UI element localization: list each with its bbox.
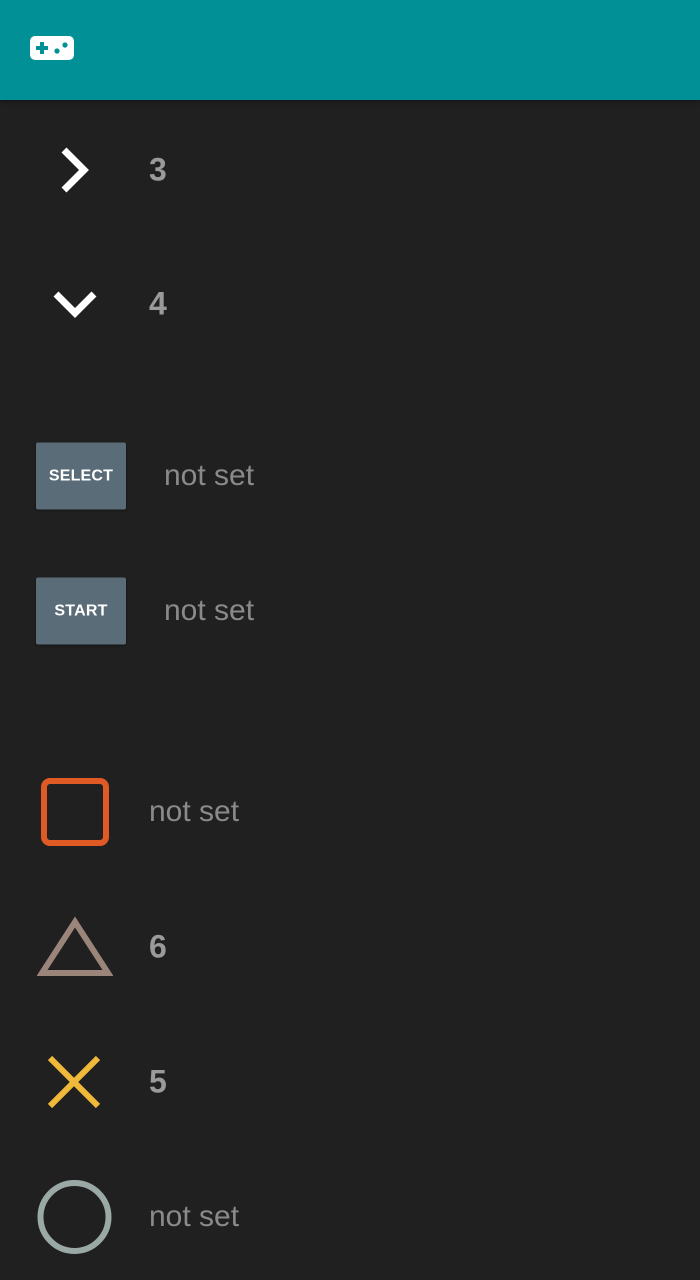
mapping-value: 4 [149, 285, 167, 322]
mapping-value: not set [149, 795, 240, 828]
chevron-right-icon [61, 147, 89, 193]
square-icon [41, 778, 109, 846]
mapping-value: 3 [149, 151, 167, 188]
select-button-icon: SELECT [36, 442, 126, 510]
mapping-row-select[interactable]: SELECT not set [0, 416, 700, 536]
mapping-value: not set [149, 1200, 240, 1233]
circle-icon [37, 1180, 112, 1254]
mapping-row-dpad-down[interactable]: 4 [0, 244, 700, 364]
mapping-value: 5 [149, 1063, 167, 1100]
mapping-row-start[interactable]: START not set [0, 551, 700, 671]
page: 3 4 SELECT not set START not set not set… [0, 0, 700, 1280]
mapping-row-dpad-right[interactable]: 3 [0, 110, 700, 230]
gamepad-icon[interactable] [30, 34, 74, 62]
start-button-icon: START [36, 577, 126, 645]
mapping-value: 6 [149, 928, 167, 965]
mapping-row-square[interactable]: not set [0, 752, 700, 872]
mapping-row-triangle[interactable]: 6 [0, 887, 700, 1007]
mapping-value: not set [164, 594, 255, 627]
app-bar [0, 0, 700, 100]
mapping-value: not set [164, 459, 255, 492]
mapping-row-circle[interactable]: not set [0, 1157, 700, 1277]
cross-icon [47, 1055, 101, 1109]
chevron-down-icon [53, 291, 97, 318]
mapping-row-cross[interactable]: 5 [0, 1022, 700, 1142]
triangle-icon [37, 916, 113, 976]
